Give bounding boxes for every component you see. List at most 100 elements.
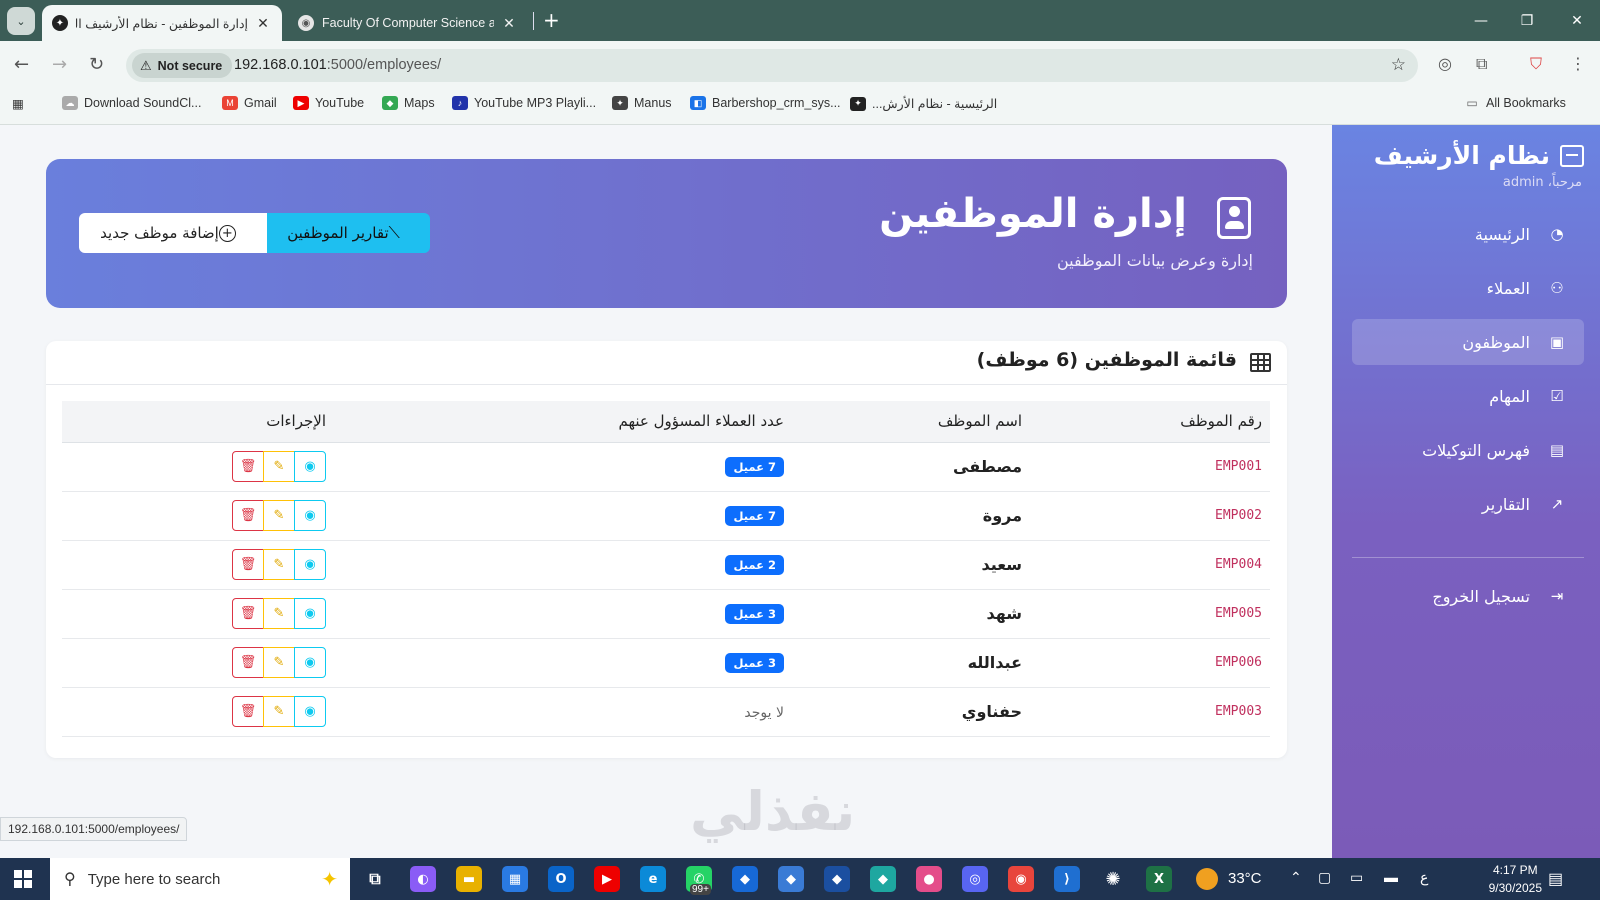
back-arrow-icon[interactable]: ← xyxy=(14,54,29,75)
view-button[interactable]: ◉ xyxy=(294,549,326,580)
edit-button[interactable]: ✎ xyxy=(263,647,295,678)
tab-faculty[interactable]: ◉ Faculty Of Computer Science an ✕ xyxy=(288,5,528,41)
app-icon[interactable]: ◆ xyxy=(870,866,896,892)
bookmark-soundcloud[interactable]: ☁ Download SoundCl... xyxy=(62,96,201,110)
trash-icon: 🗑 xyxy=(239,606,257,621)
view-button[interactable]: ◉ xyxy=(294,647,326,678)
chart-icon: ↗ xyxy=(1550,495,1564,513)
network-icon[interactable]: ▭ xyxy=(1350,869,1363,886)
actions-cell: 🗑 ✎ ◉ xyxy=(62,540,334,590)
employee-reports-label: تقارير الموظفين xyxy=(287,224,389,242)
copilot-icon[interactable]: ◐ xyxy=(410,866,436,892)
file-explorer-icon[interactable]: ▬ xyxy=(456,866,482,892)
tab-search-button[interactable]: ⌄ xyxy=(7,7,35,35)
edit-button[interactable]: ✎ xyxy=(263,549,295,580)
sidebar-item-clients[interactable]: ⚇ العملاء xyxy=(1352,265,1584,311)
reload-icon[interactable]: ↻ xyxy=(89,54,104,75)
view-button[interactable]: ◉ xyxy=(294,500,326,531)
sidebar-item-tasks[interactable]: ☑ المهام xyxy=(1352,373,1584,419)
sidebar-item-poa-index[interactable]: ▤ فهرس التوكيلات xyxy=(1352,427,1584,473)
edit-button[interactable]: ✎ xyxy=(263,451,295,482)
column-actions: الإجراءات xyxy=(62,401,334,443)
sidebar: نظام الأرشيف مرحباً، admin ◔ الرئيسية ⚇ … xyxy=(1332,125,1600,858)
apps-grid-icon[interactable]: ▦ xyxy=(12,96,24,111)
vscode-icon[interactable]: ⟩ xyxy=(1054,866,1080,892)
device-icon[interactable]: ▢ xyxy=(1318,869,1331,886)
edge-icon[interactable]: e xyxy=(640,866,666,892)
tab-employees[interactable]: ✦ إدارة الموظفين - نظام الأرشيف الـ ✕ xyxy=(42,5,282,41)
edit-button[interactable]: ✎ xyxy=(263,696,295,727)
delete-button[interactable]: 🗑 xyxy=(232,500,264,531)
bookmark-star-icon[interactable]: ☆ xyxy=(1391,55,1406,75)
delete-button[interactable]: 🗑 xyxy=(232,696,264,727)
windows-start-icon[interactable] xyxy=(14,870,32,888)
close-tab-icon[interactable]: ✕ xyxy=(254,15,272,32)
table-row: EMP004 سعيد 2 عميل 🗑 ✎ ◉ xyxy=(62,540,1270,590)
chevron-up-icon[interactable]: ⌃ xyxy=(1290,869,1302,886)
all-bookmarks[interactable]: ▭ All Bookmarks xyxy=(1464,96,1566,110)
bookmark-archive-home[interactable]: ✦ الرئيسية - نظام الأرش... xyxy=(850,96,997,111)
outlook-icon[interactable]: O xyxy=(548,866,574,892)
bookmark-manus[interactable]: ✦ Manus xyxy=(612,96,672,110)
excel-icon[interactable]: X xyxy=(1146,866,1172,892)
weather-icon[interactable] xyxy=(1196,868,1218,890)
brand-name: نظام الأرشيف xyxy=(1373,141,1550,170)
close-tab-icon[interactable]: ✕ xyxy=(500,15,518,32)
close-window-button[interactable]: ✕ xyxy=(1554,0,1600,41)
extension-icon[interactable]: ◎ xyxy=(1438,54,1452,73)
sidebar-item-employees[interactable]: ▣ الموظفون xyxy=(1352,319,1584,365)
menu-dots-icon[interactable]: ⋮ xyxy=(1570,54,1586,73)
chatgpt-icon[interactable]: ✺ xyxy=(1100,866,1126,892)
manus-icon: ✦ xyxy=(612,96,628,110)
security-indicator[interactable]: ⚠ Not secure xyxy=(132,53,233,78)
table-row: EMP001 مصطفى 7 عميل 🗑 ✎ ◉ xyxy=(62,442,1270,492)
employees-table: رقم الموظف اسم الموظف عدد العملاء المسؤو… xyxy=(62,401,1270,737)
notifications-icon[interactable]: ▤ xyxy=(1548,869,1563,889)
client-count-badge: 2 عميل xyxy=(725,554,784,575)
view-button[interactable]: ◉ xyxy=(294,451,326,482)
brave-icon[interactable]: ⛉ xyxy=(1530,54,1542,74)
gamepad-icon[interactable]: ◎ xyxy=(962,866,988,892)
minimize-button[interactable]: — xyxy=(1458,0,1504,41)
brand[interactable]: نظام الأرشيف xyxy=(1374,141,1584,170)
delete-button[interactable]: 🗑 xyxy=(232,451,264,482)
sidebar-item-reports[interactable]: ↗ التقارير xyxy=(1352,481,1584,527)
app-icon[interactable]: ◆ xyxy=(824,866,850,892)
add-employee-button[interactable]: + إضافة موظف جديد xyxy=(79,213,267,253)
delete-button[interactable]: 🗑 xyxy=(232,598,264,629)
maximize-button[interactable]: ❐ xyxy=(1504,0,1550,41)
employee-id: EMP005 xyxy=(1030,589,1270,639)
language-indicator[interactable]: ع xyxy=(1420,869,1428,886)
youtube-app-icon[interactable]: ▶ xyxy=(594,866,620,892)
app-icon[interactable]: ◆ xyxy=(732,866,758,892)
sidebar-item-logout[interactable]: ⇥ تسجيل الخروج xyxy=(1352,573,1584,619)
view-button[interactable]: ◉ xyxy=(294,696,326,727)
forward-arrow-icon[interactable]: → xyxy=(52,54,67,75)
app-icon[interactable]: ◆ xyxy=(778,866,804,892)
delete-button[interactable]: 🗑 xyxy=(232,549,264,580)
bookmark-gmail[interactable]: M Gmail xyxy=(222,96,277,110)
battery-icon[interactable]: ▬ xyxy=(1384,869,1398,885)
employee-reports-button[interactable]: ⟋ تقارير الموظفين xyxy=(267,213,430,253)
taskbar-search-input[interactable]: ⚲ Type here to search ✦ xyxy=(50,858,350,900)
delete-button[interactable]: 🗑 xyxy=(232,647,264,678)
address-bar[interactable]: ⚠ Not secure 192.168.0.101:5000/employee… xyxy=(126,49,1418,82)
new-tab-button[interactable]: + xyxy=(543,8,560,32)
store-icon[interactable]: ▦ xyxy=(502,866,528,892)
clock-time: 4:17 PM xyxy=(1492,863,1538,877)
bookmark-youtube[interactable]: ▶ YouTube xyxy=(293,96,364,110)
bookmark-youtube-mp3[interactable]: ♪ YouTube MP3 Playli... xyxy=(452,96,596,110)
bookmark-maps[interactable]: ◆ Maps xyxy=(382,96,435,110)
bookmark-barbershop[interactable]: ◧ Barbershop_crm_sys... xyxy=(690,96,841,110)
task-view-icon[interactable]: ⧉ xyxy=(362,866,388,892)
chrome-icon[interactable]: ◉ xyxy=(1008,866,1034,892)
clock[interactable]: 4:17 PM 9/30/2025 xyxy=(1489,861,1542,897)
puzzle-icon[interactable]: ⧉ xyxy=(1476,54,1487,74)
droplet-icon[interactable]: ● xyxy=(916,866,942,892)
view-button[interactable]: ◉ xyxy=(294,598,326,629)
edit-button[interactable]: ✎ xyxy=(263,598,295,629)
tab-title: إدارة الموظفين - نظام الأرشيف الـ xyxy=(76,16,248,31)
edit-button[interactable]: ✎ xyxy=(263,500,295,531)
maps-icon: ◆ xyxy=(382,96,398,110)
sidebar-item-home[interactable]: ◔ الرئيسية xyxy=(1352,211,1584,257)
